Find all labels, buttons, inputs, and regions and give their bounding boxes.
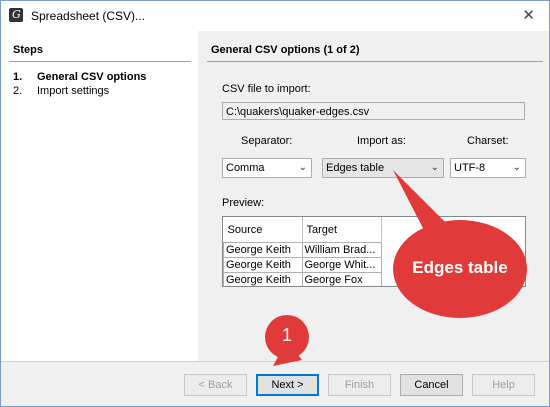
step-badge-number: 1 [281, 325, 292, 345]
callout-text: Edges table [412, 258, 508, 277]
